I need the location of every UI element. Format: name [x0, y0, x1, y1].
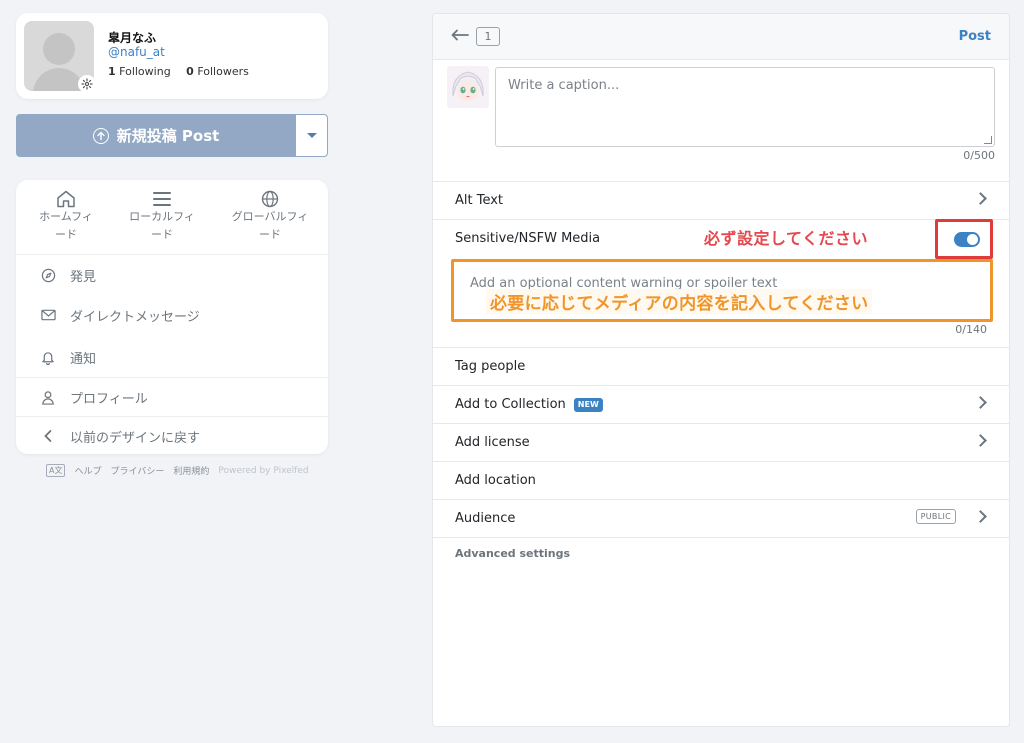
tag-people-label: Tag people — [455, 359, 526, 374]
nav-home-feed-label-2: ード — [55, 228, 77, 241]
toggle-annotation-note: 必ず設定してください — [704, 229, 869, 248]
caption-input[interactable]: Write a caption... — [495, 67, 995, 147]
profile-stats: 1 Following 0 Followers — [108, 65, 249, 78]
chevron-right-icon — [974, 434, 987, 447]
new-post-button[interactable]: 新規投稿 Post — [16, 114, 296, 157]
add-location-row[interactable]: Add location — [433, 461, 1009, 499]
nav-notifications-label: 通知 — [70, 351, 97, 367]
followers-label[interactable]: Followers — [197, 65, 249, 78]
footer-powered-by[interactable]: Powered by Pixelfed — [218, 466, 308, 476]
globe-icon — [220, 190, 320, 208]
add-to-collection-label: Add to Collection — [455, 397, 566, 412]
nav-legacy-design-label: 以前のデザインに戻す — [70, 430, 201, 446]
compose-header: 1 Post — [433, 14, 1009, 60]
user-icon — [40, 389, 56, 405]
nav-discover[interactable]: 発見 — [16, 255, 328, 295]
nav-global-feed[interactable]: グローバルフィ ード — [220, 190, 320, 244]
audience-row[interactable]: Audience PUBLIC — [433, 499, 1009, 537]
following-label[interactable]: Following — [119, 65, 171, 78]
footer-links: A文 ヘルプ プライバシー 利用規約 Powered by Pixelfed — [46, 464, 318, 477]
feed-row: ホームフィ ード ローカルフィ ード グローバルフィ ード — [16, 180, 328, 255]
content-warning-annotation-note: 必要に応じてメディアの内容を記入してください — [486, 289, 873, 314]
add-license-row[interactable]: Add license — [433, 423, 1009, 461]
tag-people-row[interactable]: Tag people — [433, 347, 1009, 385]
gear-icon[interactable] — [78, 75, 96, 93]
new-badge: NEW — [573, 397, 603, 412]
resize-grip-icon[interactable] — [984, 136, 992, 144]
chevron-right-icon — [974, 510, 987, 523]
advanced-settings-link[interactable]: Advanced settings — [455, 547, 570, 560]
caption-char-count: 0/500 — [963, 149, 995, 162]
alt-text-label: Alt Text — [455, 193, 504, 208]
home-icon — [16, 190, 116, 208]
sensitive-media-label: Sensitive/NSFW Media — [455, 231, 601, 246]
nav-discover-label: 発見 — [70, 269, 97, 285]
nav-local-feed-label-1: ローカルフィ — [129, 210, 195, 223]
new-post-label: 新規投稿 Post — [116, 127, 220, 145]
back-arrow-icon[interactable] — [451, 28, 469, 45]
nav-local-feed[interactable]: ローカルフィ ード — [112, 190, 212, 244]
nav-profile[interactable]: プロフィール — [16, 377, 328, 417]
nav-direct-messages[interactable]: ダイレクトメッセージ — [16, 295, 328, 335]
content-warning-input[interactable]: Add an optional content warning or spoil… — [451, 259, 993, 322]
following-count[interactable]: 1 — [108, 65, 116, 78]
sensitive-media-toggle[interactable] — [954, 232, 980, 247]
envelope-icon — [40, 307, 56, 323]
profile-handle[interactable]: @nafu_at — [108, 45, 165, 59]
compass-icon — [40, 267, 56, 283]
new-post-dropdown-button[interactable] — [295, 114, 328, 157]
caret-down-icon — [306, 133, 317, 138]
user-avatar-thumbnail — [447, 66, 489, 108]
chevron-right-icon — [974, 192, 987, 205]
nav-notifications[interactable]: 通知 — [16, 337, 328, 377]
arrow-up-circle-icon — [92, 127, 109, 144]
followers-count[interactable]: 0 — [186, 65, 194, 78]
list-icon — [112, 190, 212, 208]
alt-text-row[interactable]: Alt Text — [433, 181, 1009, 219]
footer-privacy-link[interactable]: プライバシー — [111, 464, 165, 477]
nav-home-feed[interactable]: ホームフィ ード — [16, 190, 116, 244]
row-divider — [433, 537, 1009, 538]
content-warning-char-count: 0/140 — [955, 323, 987, 336]
profile-name[interactable]: 皐月なふ — [108, 29, 156, 46]
toggle-knob — [967, 234, 978, 245]
toggle-highlight-frame — [935, 219, 993, 259]
chevron-right-icon — [974, 396, 987, 409]
caption-placeholder: Write a caption... — [508, 78, 620, 93]
public-badge: PUBLIC — [915, 509, 956, 524]
footer-terms-link[interactable]: 利用規約 — [173, 464, 209, 477]
language-icon[interactable]: A文 — [46, 464, 66, 477]
nav-home-feed-label-1: ホームフィ — [39, 210, 93, 223]
nav-global-feed-label-2: ード — [259, 228, 281, 241]
nav-global-feed-label-1: グローバルフィ — [231, 210, 309, 223]
bell-icon — [40, 349, 56, 365]
nav-card: ホームフィ ード ローカルフィ ード グローバルフィ ード 発見 ダイレクトメッ… — [16, 180, 328, 454]
add-location-label: Add location — [455, 473, 536, 488]
profile-card: 皐月なふ @nafu_at 1 Following 0 Followers — [16, 13, 328, 99]
add-to-collection-row[interactable]: Add to Collection NEW — [433, 385, 1009, 423]
nav-profile-label: プロフィール — [70, 391, 148, 407]
add-license-label: Add license — [455, 435, 530, 450]
post-button[interactable]: Post — [959, 29, 991, 44]
nav-local-feed-label-2: ード — [151, 228, 173, 241]
nav-legacy-design[interactable]: 以前のデザインに戻す — [16, 416, 328, 456]
audience-label: Audience — [455, 511, 516, 526]
nav-direct-messages-label: ダイレクトメッセージ — [70, 309, 200, 325]
footer-help-link[interactable]: ヘルプ — [74, 464, 101, 477]
compose-panel: 1 Post Write a caption... 0/500 Alt Text… — [432, 13, 1010, 727]
chevron-left-icon — [40, 428, 56, 444]
media-count-badge: 1 — [476, 27, 500, 46]
